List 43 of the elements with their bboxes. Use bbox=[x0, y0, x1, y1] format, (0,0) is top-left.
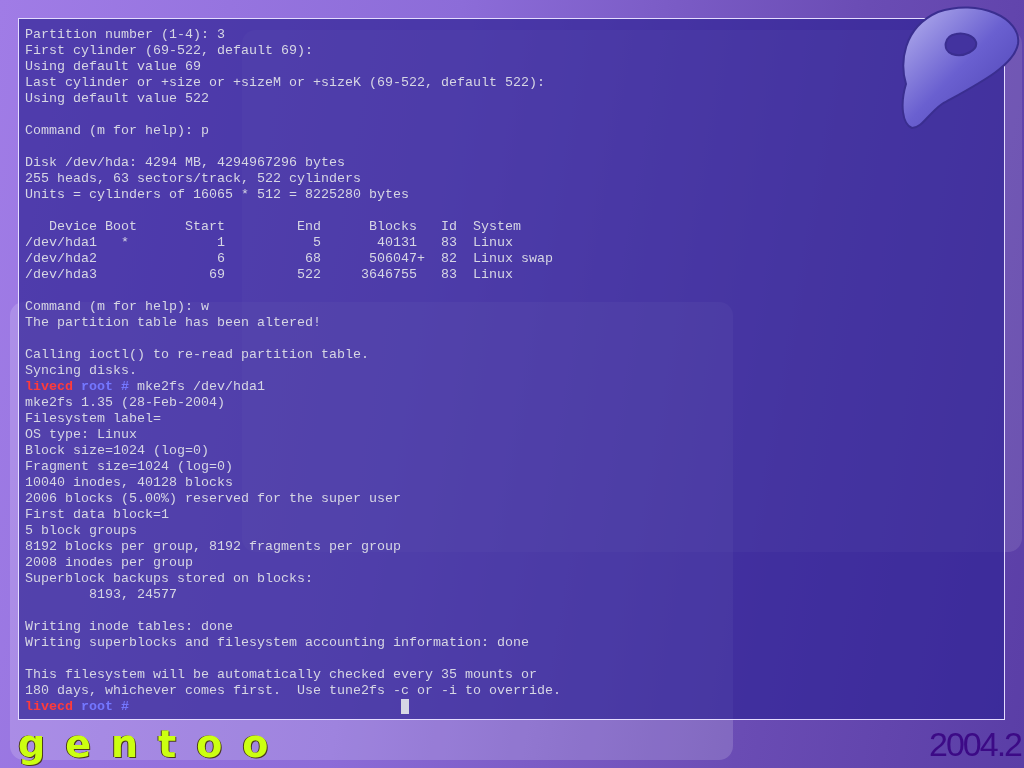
terminal-line: Device Boot Start End Blocks Id System bbox=[48, 219, 521, 235]
terminal-line: Command (m for help): w bbox=[25, 299, 209, 315]
prompt-symbol: # bbox=[120, 379, 129, 395]
prompt-host: livecd bbox=[25, 699, 73, 715]
terminal-line: Superblock backups stored on blocks: bbox=[25, 571, 313, 587]
version-text: 2004.2 bbox=[929, 724, 1021, 764]
terminal-line: 180 days, whichever comes first. Use tune2fs -c or -i to override. bbox=[25, 683, 561, 699]
terminal-line: This filesystem will be automatically checked every 35 mounts or bbox=[25, 667, 537, 683]
terminal-line: OS type: Linux bbox=[25, 427, 137, 443]
terminal-line: Filesystem label= bbox=[25, 411, 161, 427]
terminal-line: Command (m for help): p bbox=[25, 123, 209, 139]
terminal-line: First data block=1 bbox=[25, 507, 169, 523]
command-text: mke2fs /dev/hda1 bbox=[136, 379, 265, 395]
terminal-line: Disk /dev/hda: 4294 MB, 4294967296 bytes bbox=[25, 155, 345, 171]
terminal-line: 255 heads, 63 sectors/track, 522 cylinders bbox=[25, 171, 361, 187]
terminal-line: Writing superblocks and filesystem accounting information: done bbox=[25, 635, 529, 651]
terminal-line: /dev/hda2 6 68 506047+ 82 Linux swap bbox=[25, 251, 553, 267]
terminal-line: First cylinder (69-522, default 69): bbox=[25, 43, 313, 59]
logo-text: gentoo bbox=[18, 724, 289, 764]
terminal-line: Writing inode tables: done bbox=[25, 619, 233, 635]
terminal-line: 2006 blocks (5.00%) reserved for the super user bbox=[25, 491, 401, 507]
prompt-host: livecd bbox=[25, 379, 73, 395]
terminal-line: 8192 blocks per group, 8192 fragments per group bbox=[25, 539, 401, 555]
terminal-line: Block size=1024 (log=0) bbox=[25, 443, 209, 459]
terminal-line: Units = cylinders of 16065 * 512 = 8225280 bytes bbox=[25, 187, 409, 203]
terminal-line: /dev/hda3 69 522 3646755 83 Linux bbox=[25, 267, 513, 283]
prompt-symbol: # bbox=[120, 699, 129, 715]
terminal-line: 2008 inodes per group bbox=[25, 555, 193, 571]
terminal-line: Partition number (1-4): 3 bbox=[25, 27, 225, 43]
terminal-line: Using default value 522 bbox=[25, 91, 209, 107]
terminal-line: Syncing disks. bbox=[25, 363, 137, 379]
terminal-line: mke2fs 1.35 (28-Feb-2004) bbox=[25, 395, 225, 411]
terminal-line: The partition table has been altered! bbox=[25, 315, 321, 331]
terminal-line: Fragment size=1024 (log=0) bbox=[25, 459, 233, 475]
terminal-line: 5 block groups bbox=[25, 523, 137, 539]
terminal-line: 8193, 24577 bbox=[88, 587, 177, 603]
terminal-line: /dev/hda1 * 1 5 40131 83 Linux bbox=[25, 235, 513, 251]
terminal-line: Calling ioctl() to re-read partition table. bbox=[25, 347, 369, 363]
terminal-line: Using default value 69 bbox=[25, 59, 201, 75]
prompt-user: root bbox=[81, 699, 113, 715]
terminal-line: 10040 inodes, 40128 blocks bbox=[25, 475, 233, 491]
terminal-line: Last cylinder or +size or +sizeM or +sizeK (69-522, default 522): bbox=[25, 75, 545, 91]
prompt-user: root bbox=[81, 379, 113, 395]
